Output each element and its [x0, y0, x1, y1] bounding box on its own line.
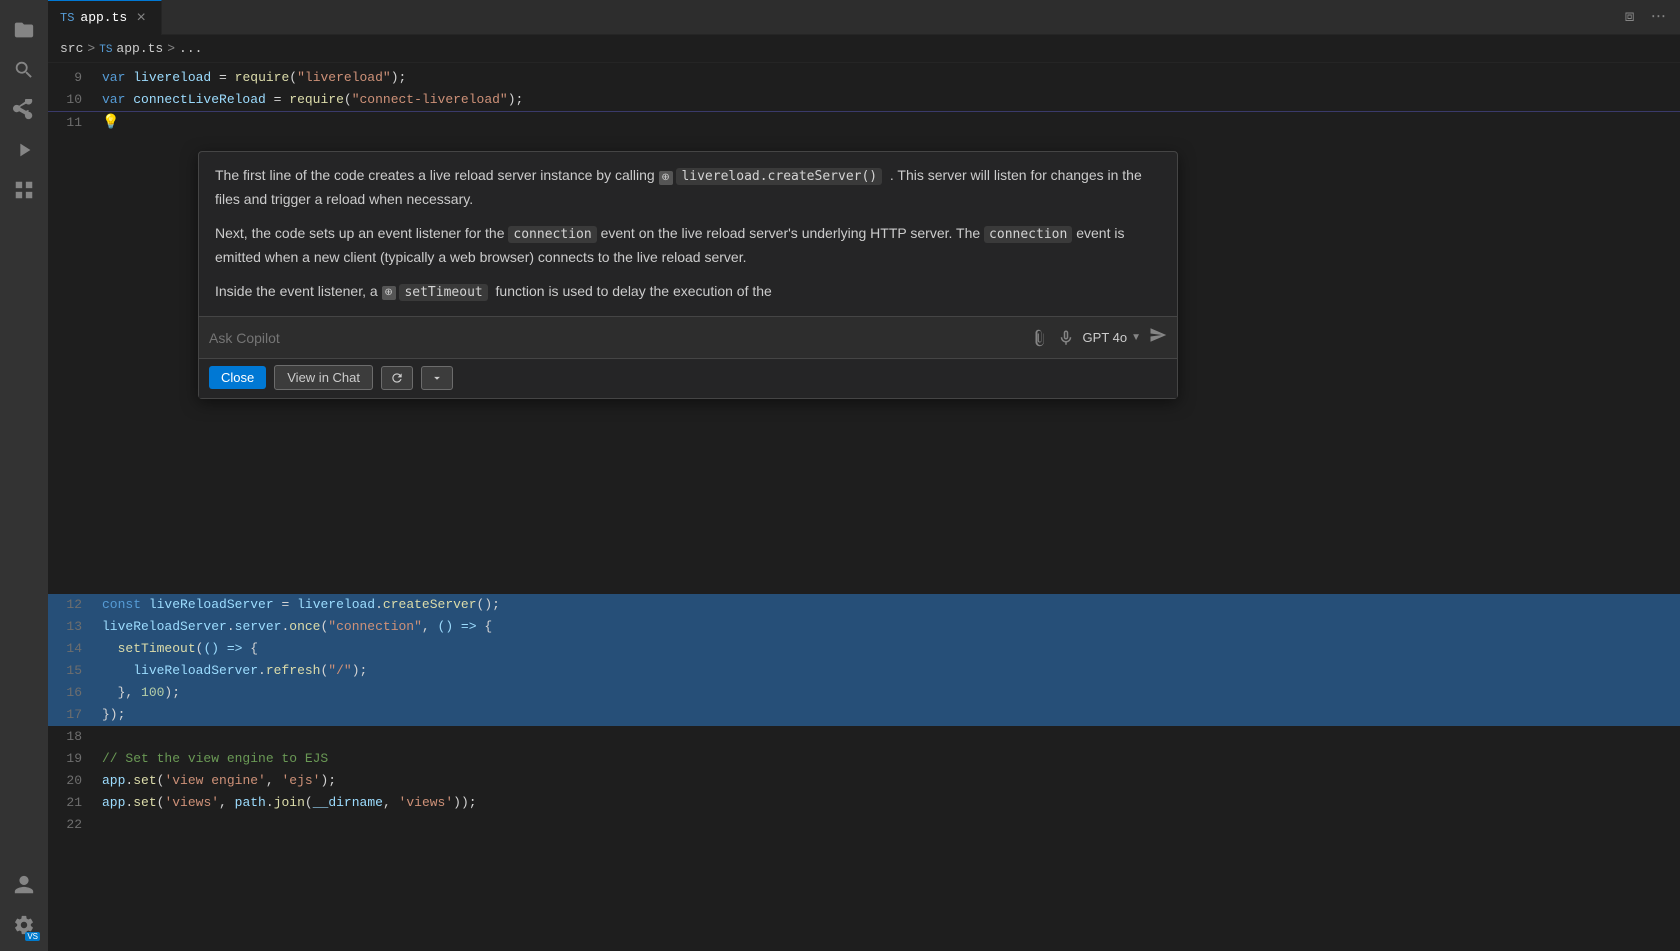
- code-ref-settimeout: setTimeout: [399, 284, 487, 301]
- top-code-lines: 9 var livereload = require("livereload")…: [48, 63, 1680, 134]
- breadcrumb-filename[interactable]: app.ts: [116, 41, 163, 56]
- breadcrumb-rest[interactable]: ...: [179, 41, 202, 56]
- send-button[interactable]: [1149, 326, 1167, 350]
- code-line-14: 14 setTimeout(() => {: [48, 638, 1680, 660]
- gpt-model-chevron: ▼: [1131, 332, 1141, 343]
- close-button[interactable]: Close: [209, 366, 266, 389]
- source-control-icon[interactable]: [6, 92, 42, 128]
- view-in-chat-button[interactable]: View in Chat: [274, 365, 373, 390]
- copilot-inline-icon-2: ⊕: [382, 286, 396, 300]
- tab-bar: TS app.ts × ⧈ ‧‧‧: [48, 0, 1680, 35]
- refresh-button[interactable]: [381, 366, 413, 390]
- copilot-inline-icon-1: ⊕: [659, 171, 673, 185]
- copilot-actions: Close View in Chat: [199, 358, 1177, 398]
- code-line-15: 15 liveReloadServer.refresh("/");: [48, 660, 1680, 682]
- activity-bar: VS: [0, 0, 48, 951]
- extensions-icon[interactable]: [6, 172, 42, 208]
- breadcrumb: src > TS app.ts > ...: [48, 35, 1680, 63]
- code-line-21: 21 app.set('views', path.join(__dirname,…: [48, 792, 1680, 814]
- copilot-popup: The first line of the code creates a liv…: [198, 151, 1178, 399]
- code-line-10: 10 var connectLiveReload = require("conn…: [48, 89, 1680, 111]
- code-line-19: 19 // Set the view engine to EJS: [48, 748, 1680, 770]
- code-line-22: 22: [48, 814, 1680, 836]
- code-line-18: 18: [48, 726, 1680, 748]
- copilot-paragraph-2: Next, the code sets up an event listener…: [215, 222, 1161, 268]
- code-line-13: 13 liveReloadServer.server.once("connect…: [48, 616, 1680, 638]
- code-line-17: 17 });: [48, 704, 1680, 726]
- gpt-model-selector[interactable]: GPT 4o ▼: [1083, 330, 1141, 345]
- run-debug-icon[interactable]: [6, 132, 42, 168]
- ask-copilot-input[interactable]: [209, 330, 1023, 346]
- breadcrumb-ts-icon: TS: [99, 41, 112, 56]
- copilot-paragraph-1: The first line of the code creates a liv…: [215, 164, 1161, 210]
- files-icon[interactable]: [6, 12, 42, 48]
- search-icon[interactable]: [6, 52, 42, 88]
- tab-lang-label: TS: [60, 11, 74, 25]
- bottom-code-lines: 12 const liveReloadServer = livereload.c…: [48, 594, 1680, 836]
- breadcrumb-sep1: >: [87, 41, 95, 56]
- code-area: 9 var livereload = require("livereload")…: [48, 63, 1680, 951]
- code-ref-connection2: connection: [984, 226, 1072, 243]
- more-options-button[interactable]: [421, 366, 453, 390]
- vs-badge: VS: [25, 932, 40, 941]
- copilot-paragraph-3: Inside the event listener, a ⊕ setTimeou…: [215, 280, 1161, 304]
- code-line-16: 16 }, 100);: [48, 682, 1680, 704]
- breadcrumb-sep2: >: [167, 41, 175, 56]
- code-ref-connection: connection: [508, 226, 596, 243]
- account-icon[interactable]: [6, 867, 42, 903]
- code-line-12: 12 const liveReloadServer = livereload.c…: [48, 594, 1680, 616]
- attach-icon[interactable]: [1031, 329, 1049, 347]
- code-line-9: 9 var livereload = require("livereload")…: [48, 67, 1680, 89]
- breadcrumb-src[interactable]: src: [60, 41, 83, 56]
- code-ref-createserver: livereload.createServer(): [676, 168, 882, 185]
- tab-close-button[interactable]: ×: [133, 10, 149, 26]
- copilot-explanation: The first line of the code creates a liv…: [199, 152, 1177, 316]
- tab-actions: ⧈ ‧‧‧: [1619, 5, 1680, 29]
- tab-filename: app.ts: [80, 10, 127, 25]
- editor-area: TS app.ts × ⧈ ‧‧‧ src > TS app.ts > ... …: [48, 0, 1680, 951]
- code-line-11: 11 💡: [48, 111, 1680, 134]
- app-ts-tab[interactable]: TS app.ts ×: [48, 0, 162, 35]
- gpt-model-label: GPT 4o: [1083, 330, 1128, 345]
- split-editor-button[interactable]: ⧈: [1619, 6, 1641, 28]
- ask-input-icons: GPT 4o ▼: [1031, 326, 1167, 350]
- mic-icon[interactable]: [1057, 329, 1075, 347]
- code-line-20: 20 app.set('view engine', 'ejs');: [48, 770, 1680, 792]
- settings-icon[interactable]: VS: [6, 907, 42, 943]
- more-actions-button[interactable]: ‧‧‧: [1645, 5, 1672, 29]
- ask-copilot-bar: GPT 4o ▼: [199, 316, 1177, 358]
